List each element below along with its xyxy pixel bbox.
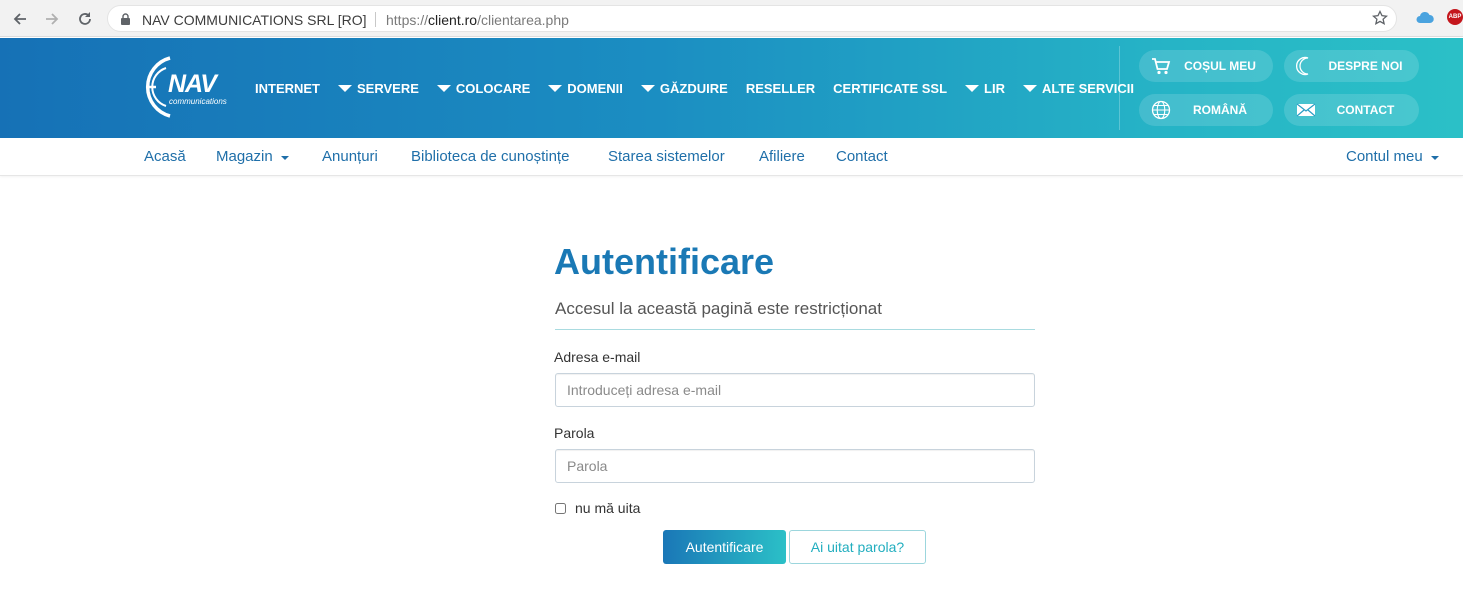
remember-label: nu mă uita (575, 500, 641, 516)
caret-down-icon (338, 84, 352, 92)
menu-item-servere[interactable]: SERVERE (338, 81, 419, 96)
logo-subtext: communications (169, 97, 227, 106)
url-path: /clientarea.php (477, 12, 569, 28)
address-bar[interactable]: NAV COMMUNICATIONS SRL [RO] https://clie… (107, 5, 1397, 32)
forward-arrow-icon[interactable] (41, 8, 63, 30)
menu-item-label: COLOCARE (455, 80, 531, 96)
about-label: DESPRE NOI (1328, 59, 1403, 73)
page-subtitle: Accesul la această pagină este restricți… (555, 299, 882, 318)
menu-item-label: GĂZDUIRE (659, 80, 728, 96)
menu-item-internet[interactable]: INTERNET (255, 81, 320, 96)
subnav-item-anunturi[interactable]: Anunțuri (322, 148, 378, 165)
email-field[interactable] (555, 373, 1035, 407)
url-text: https://client.ro/clientarea.php (386, 12, 569, 28)
browser-toolbar: NAV COMMUNICATIONS SRL [RO] https://clie… (0, 0, 1463, 37)
menu-item-label: INTERNET (255, 80, 320, 96)
cart-button[interactable]: COȘUL MEU (1139, 50, 1273, 82)
password-field[interactable] (555, 449, 1035, 483)
contact-label: CONTACT (1336, 103, 1395, 117)
subnav-item-starea-sistemelor[interactable]: Starea sistemelor (608, 148, 725, 165)
menu-item-label: CERTIFICATE SSL (833, 80, 948, 96)
about-button[interactable]: DESPRE NOI (1284, 50, 1419, 82)
password-label: Parola (554, 425, 595, 441)
menu-item-gazduire[interactable]: GĂZDUIRE (640, 80, 728, 96)
menu-item-reseller[interactable]: RESELLER (746, 81, 815, 96)
subnav-item-contact[interactable]: Contact (836, 148, 888, 165)
back-arrow-icon[interactable] (9, 8, 31, 30)
menu-item-label: LIR (984, 80, 1005, 96)
caret-down-icon (280, 155, 289, 160)
contact-button[interactable]: CONTACT (1284, 94, 1419, 126)
header-divider (1119, 46, 1120, 130)
lock-icon (121, 13, 130, 25)
account-menu[interactable]: Contul meu (1346, 148, 1439, 165)
menu-item-label: ALTE SERVICII (1041, 80, 1134, 96)
menu-item-label: RESELLER (745, 80, 816, 96)
reload-icon[interactable] (74, 8, 96, 30)
address-separator (375, 12, 376, 27)
subnav-item-afiliere[interactable]: Afiliere (759, 148, 805, 165)
logo-text: NAV (168, 70, 217, 98)
menu-item-colocare[interactable]: COLOCARE (436, 80, 531, 96)
language-label: ROMÂNĂ (1193, 103, 1247, 117)
account-menu-label: Contul meu (1346, 148, 1423, 165)
remember-checkbox[interactable] (555, 502, 566, 514)
menu-item-certificate-ssl[interactable]: CERTIFICATE SSL (833, 81, 947, 96)
caret-down-icon (1022, 84, 1037, 92)
remember-me[interactable]: nu mă uita (555, 500, 640, 516)
secondary-nav: Acasă Magazin Anunțuri Biblioteca de cun… (0, 138, 1463, 176)
page-title: Autentificare (554, 241, 775, 282)
menu-item-label: SERVERE (357, 80, 419, 96)
menu-item-alte-servicii[interactable]: ALTE SERVICII (1022, 80, 1134, 96)
menu-item-domenii[interactable]: DOMENII (548, 81, 623, 96)
bookmark-star-icon[interactable] (1372, 10, 1388, 26)
menu-item-lir[interactable]: LIR (965, 81, 1005, 96)
site-header: NAV communications INTERNET SERVERE COLO… (0, 38, 1463, 138)
subnav-item-magazin[interactable]: Magazin (216, 148, 289, 165)
menu-item-label: DOMENII (567, 80, 623, 96)
caret-down-icon (640, 84, 655, 92)
caret-down-icon (436, 84, 451, 92)
main-menu: INTERNET SERVERE COLOCARE DOMENII GĂZDUI… (255, 79, 1134, 97)
caret-down-icon (1430, 155, 1439, 160)
title-divider (555, 329, 1035, 330)
subnav-item-label: Magazin (216, 148, 273, 165)
url-host: client.ro (428, 12, 478, 28)
adblock-extension-icon[interactable]: ABP (1447, 9, 1463, 25)
site-identity: NAV COMMUNICATIONS SRL [RO] (142, 12, 367, 28)
cloud-extension-icon[interactable] (1416, 10, 1434, 24)
forgot-password-button[interactable]: Ai uitat parola? (789, 530, 926, 564)
subnav-item-biblioteca[interactable]: Biblioteca de cunoștințe (411, 148, 569, 165)
caret-down-icon (548, 84, 563, 92)
cart-label: COȘUL MEU (1184, 59, 1256, 73)
url-scheme: https:// (386, 12, 429, 28)
language-button[interactable]: ROMÂNĂ (1139, 94, 1273, 126)
email-label: Adresa e-mail (554, 349, 641, 365)
subnav-item-acasa[interactable]: Acasă (144, 148, 186, 165)
nav-logo[interactable]: NAV communications (144, 54, 240, 120)
login-button[interactable]: Autentificare (663, 530, 786, 564)
caret-down-icon (965, 84, 980, 92)
